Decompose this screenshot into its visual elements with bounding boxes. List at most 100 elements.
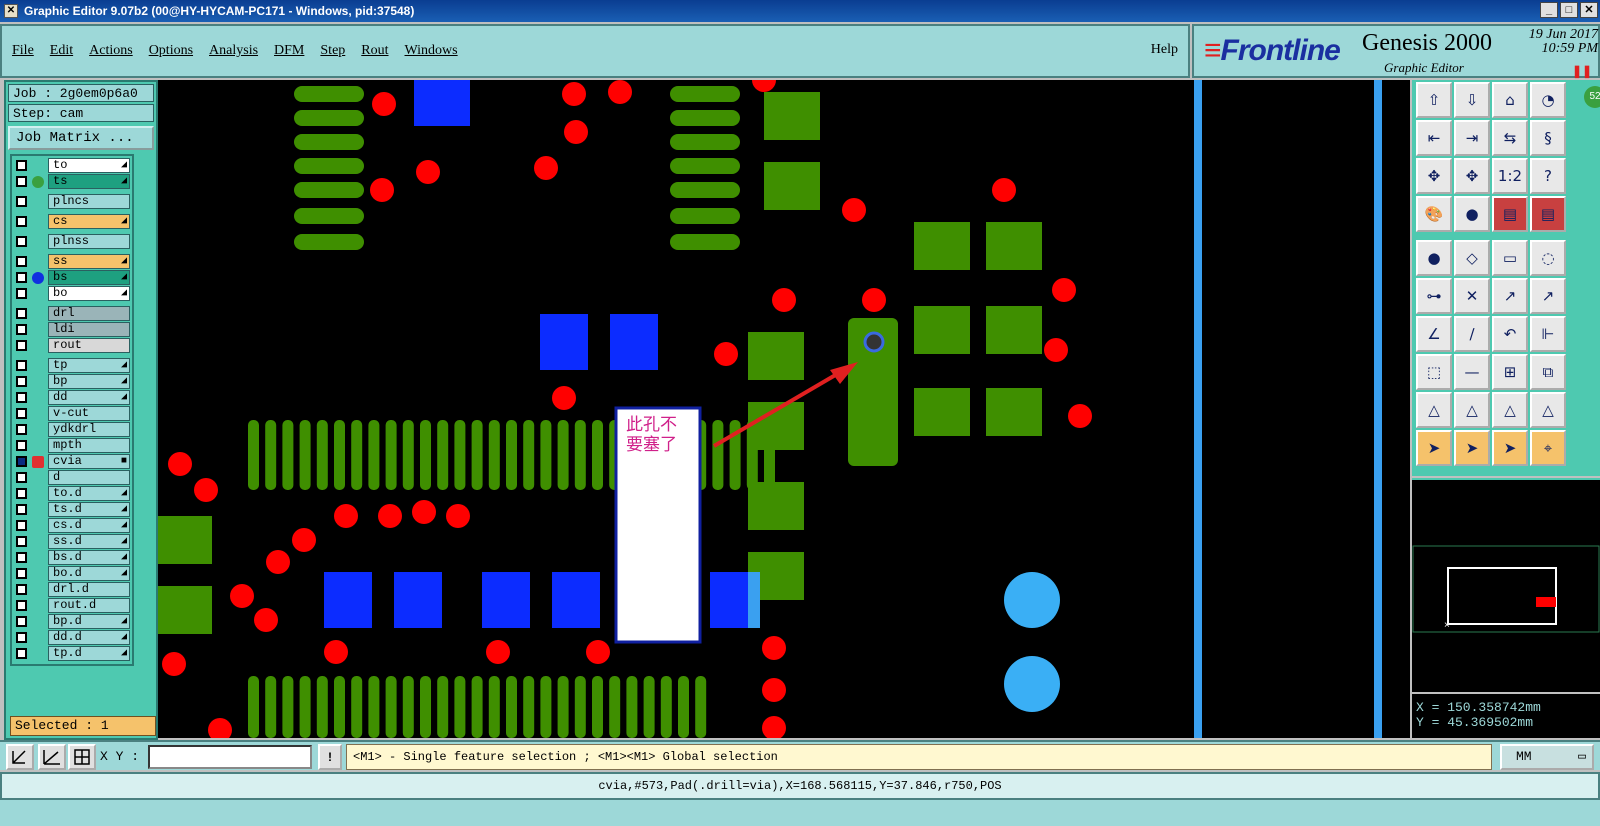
layer-row-bs[interactable]: bs ◢ (14, 270, 132, 285)
layer-row-bp.d[interactable]: bp.d ◢ (14, 614, 132, 629)
smd-pad[interactable] (385, 420, 397, 490)
via[interactable] (862, 288, 886, 312)
layer-name[interactable]: bo ◢ (48, 286, 130, 301)
layer-checkbox[interactable] (16, 376, 27, 387)
smd-pad[interactable] (670, 158, 740, 174)
smd-pad[interactable] (626, 676, 638, 738)
layer-checkbox[interactable] (16, 272, 27, 283)
layer-row-ss[interactable]: ss ◢ (14, 254, 132, 269)
smd-pad[interactable] (420, 676, 431, 738)
arc-ff-icon[interactable]: ⊩ (1530, 316, 1566, 352)
move-point-icon[interactable]: ↗ (1492, 278, 1528, 314)
square-pad[interactable] (158, 586, 212, 634)
fit-icon[interactable]: ✥ (1416, 158, 1452, 194)
layer-row-bo.d[interactable]: bo.d ◢ (14, 566, 132, 581)
line-blue-icon[interactable]: ∕ (1454, 316, 1490, 352)
blue-pad[interactable] (414, 80, 470, 126)
via[interactable] (752, 80, 776, 92)
smd-pad[interactable] (506, 420, 517, 490)
layer-name[interactable]: cvia ■ (48, 454, 130, 469)
via[interactable] (162, 652, 186, 676)
via[interactable] (714, 342, 738, 366)
square-pad[interactable] (748, 332, 804, 380)
ruler-icon[interactable]: ▭ (1492, 240, 1528, 276)
layer-checkbox[interactable] (16, 520, 27, 531)
layer-checkbox[interactable] (16, 392, 27, 403)
via[interactable] (1052, 278, 1076, 302)
smd-pad[interactable] (574, 420, 586, 490)
pcb-view[interactable]: 此孔不要塞了 (158, 80, 1410, 738)
layer-display-dot[interactable] (32, 176, 44, 188)
units-select[interactable]: MM ▭ (1500, 744, 1594, 770)
menu-windows[interactable]: Windows (405, 43, 458, 59)
via[interactable] (378, 504, 402, 528)
layer-row-plnss[interactable]: plnss (14, 234, 132, 249)
select-net-icon[interactable]: ⌖ (1530, 430, 1566, 466)
smd-pad[interactable] (402, 676, 414, 738)
graphic-canvas[interactable]: 此孔不 要塞了 (158, 80, 1410, 738)
blue-pad[interactable] (324, 572, 372, 628)
minus-icon[interactable]: — (1454, 354, 1490, 390)
layer-checkbox[interactable] (16, 472, 27, 483)
zoom-in-icon[interactable]: ◔ (1530, 82, 1566, 118)
layer-row-mpth[interactable]: mpth (14, 438, 132, 453)
menu-analysis[interactable]: Analysis (209, 43, 258, 59)
layer-row-plncs[interactable]: plncs (14, 194, 132, 209)
layer-checkbox[interactable] (16, 176, 27, 187)
smd-pad[interactable] (540, 676, 552, 738)
layer-name[interactable]: bo.d ◢ (48, 566, 130, 581)
smd-pad[interactable] (506, 676, 517, 738)
blue-pad[interactable] (482, 572, 530, 628)
close-button[interactable]: ✕ (1580, 2, 1598, 18)
smd-pad[interactable] (294, 182, 364, 198)
layer-stack-2-icon[interactable]: ▤ (1530, 196, 1566, 232)
layer-checkbox[interactable] (16, 308, 27, 319)
smd-pad[interactable] (316, 676, 328, 738)
layer-row-cs.d[interactable]: cs.d ◢ (14, 518, 132, 533)
smd-pad[interactable] (368, 676, 380, 738)
smd-pad[interactable] (368, 420, 380, 490)
menu-step[interactable]: Step (320, 43, 345, 59)
layer-name[interactable]: ts ◢ (48, 174, 130, 189)
layer-row-cvia[interactable]: cvia ■ (14, 454, 132, 469)
select-pointer-icon[interactable]: ➤ (1492, 430, 1528, 466)
via[interactable] (168, 452, 192, 476)
blue-pad[interactable] (394, 572, 442, 628)
layer-checkbox[interactable] (16, 568, 27, 579)
via[interactable] (564, 120, 588, 144)
layer-checkbox[interactable] (16, 552, 27, 563)
snake-icon[interactable]: § (1530, 120, 1566, 156)
layer-name[interactable]: rout (48, 338, 130, 353)
layer-row-tp.d[interactable]: tp.d ◢ (14, 646, 132, 661)
smd-pad[interactable] (248, 420, 259, 490)
smd-pad[interactable] (282, 420, 294, 490)
overview-viewport[interactable] (1447, 567, 1557, 625)
smd-pad[interactable] (294, 208, 364, 224)
exit-step-icon[interactable]: ⇥ (1454, 120, 1490, 156)
via[interactable] (254, 608, 278, 632)
polygon-add-icon[interactable]: ◇ (1454, 240, 1490, 276)
pad-add-icon[interactable]: ● (1416, 240, 1452, 276)
layer-checkbox[interactable] (16, 216, 27, 227)
layer-checkbox[interactable] (16, 648, 27, 659)
scale-1to2-icon[interactable]: 1:2 (1492, 158, 1528, 194)
menu-rout[interactable]: Rout (361, 43, 388, 59)
hole-icon[interactable]: ◌ (1530, 240, 1566, 276)
layer-checkbox[interactable] (16, 440, 27, 451)
triangle-2-icon[interactable]: △ (1454, 392, 1490, 428)
via[interactable] (372, 92, 396, 116)
via[interactable] (230, 584, 254, 608)
smd-pad[interactable] (540, 420, 552, 490)
smd-pad[interactable] (299, 420, 311, 490)
smd-pad[interactable] (265, 676, 277, 738)
layer-name[interactable]: bs ◢ (48, 270, 130, 285)
square-pad[interactable] (914, 306, 970, 354)
via[interactable] (266, 550, 290, 574)
smd-pad[interactable] (385, 676, 397, 738)
line-red-icon[interactable]: ∠ (1416, 316, 1452, 352)
layer-checkbox[interactable] (16, 504, 27, 515)
annotation-text-line2[interactable]: 要塞了 (626, 435, 677, 455)
close-job-icon[interactable]: ⇩ (1454, 82, 1490, 118)
grid-icon[interactable] (68, 744, 96, 770)
smd-pad[interactable] (678, 676, 689, 738)
